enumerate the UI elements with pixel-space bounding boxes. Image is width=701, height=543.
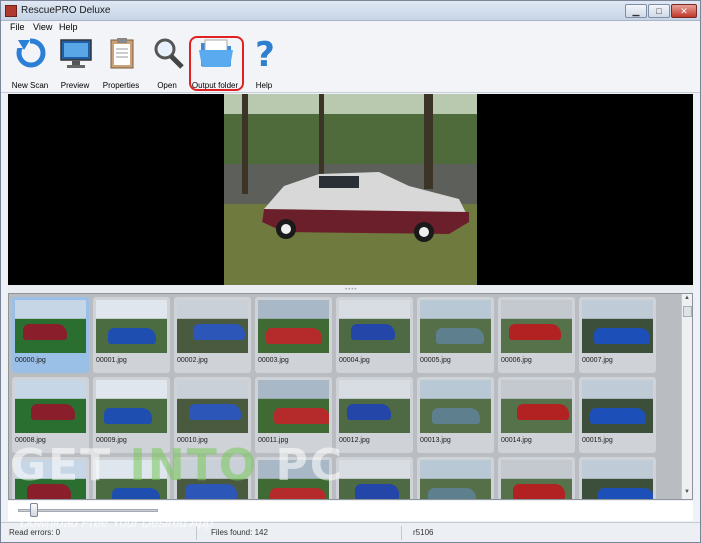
watermark-get: GET	[10, 440, 113, 491]
thumbnail-item[interactable]: 00015.jpg	[579, 377, 656, 453]
thumbnail-image	[96, 300, 167, 353]
thumbnail-image	[15, 380, 86, 433]
thumbnail-image	[501, 460, 572, 499]
thumbnail-item[interactable]: 00006.jpg	[498, 297, 575, 373]
thumbnail-car-shape	[598, 488, 653, 499]
thumbnail-item[interactable]	[498, 457, 575, 499]
thumbnail-car-shape	[428, 488, 476, 499]
thumbnail-car-shape	[351, 324, 395, 340]
close-button[interactable]: ✕	[671, 4, 697, 18]
monitor-icon	[60, 39, 92, 68]
thumbnail-image	[258, 380, 329, 433]
menu-file[interactable]: File	[10, 22, 25, 32]
app-icon	[5, 5, 17, 17]
status-divider	[401, 526, 402, 540]
watermark-pc: PC	[275, 440, 345, 491]
menu-view[interactable]: View	[33, 22, 52, 32]
thumbnail-filename: 00004.jpg	[339, 357, 370, 364]
thumbnail-filename: 00001.jpg	[96, 357, 127, 364]
thumbnail-image	[177, 300, 248, 353]
thumbnail-image	[582, 300, 653, 353]
thumbnail-filename: 00006.jpg	[501, 357, 532, 364]
thumbnail-item[interactable]: 00014.jpg	[498, 377, 575, 453]
refresh-icon	[16, 38, 46, 68]
toolbar: New Scan Preview Properties Open Output …	[1, 34, 700, 93]
magnifier-icon	[154, 38, 184, 69]
thumbnail-filename: 00002.jpg	[177, 357, 208, 364]
thumbnail-image	[501, 300, 572, 353]
thumbnail-filename: 00007.jpg	[582, 357, 613, 364]
thumbnail-image	[420, 460, 491, 499]
thumbnail-car-shape	[31, 404, 75, 420]
thumbnail-image	[582, 460, 653, 499]
thumbnail-image	[420, 300, 491, 353]
thumbnail-car-shape	[274, 408, 329, 424]
thumbnail-item[interactable]: 00002.jpg	[174, 297, 251, 373]
thumbnail-filename: 00003.jpg	[258, 357, 289, 364]
maximize-button[interactable]: □	[648, 4, 670, 18]
watermark-into: INTO	[129, 440, 259, 491]
thumbnail-filename: 00014.jpg	[501, 437, 532, 444]
output-folder-highlight	[189, 36, 244, 91]
thumbnail-image	[177, 380, 248, 433]
open-button[interactable]: Open	[143, 34, 191, 92]
thumbnail-image	[582, 380, 653, 433]
thumbnail-car-shape	[513, 484, 565, 499]
scroll-up-icon[interactable]: ▲	[684, 295, 690, 301]
thumbnail-car-shape	[189, 404, 241, 420]
question-icon: ?	[255, 36, 275, 70]
thumbnail-image	[339, 380, 410, 433]
preview-pane	[8, 94, 693, 285]
thumbnail-item[interactable]: 00007.jpg	[579, 297, 656, 373]
gallery-scrollbar[interactable]: ▲ ▼	[681, 294, 692, 499]
thumbnail-item[interactable]	[417, 457, 494, 499]
thumbnail-image	[15, 300, 86, 353]
thumbnail-item[interactable]	[579, 457, 656, 499]
thumbnail-filename: 00015.jpg	[582, 437, 613, 444]
thumbnail-car-shape	[594, 328, 650, 344]
thumbnail-car-shape	[266, 328, 322, 344]
clipboard-icon	[110, 38, 134, 69]
thumbnail-filename: 00013.jpg	[420, 437, 451, 444]
pane-splitter[interactable]: ••••	[8, 285, 693, 293]
thumbnail-car-shape	[509, 324, 561, 340]
thumbnail-car-shape	[517, 404, 569, 420]
scroll-thumb[interactable]	[683, 306, 692, 317]
thumbnail-car-shape	[193, 324, 245, 340]
window-title: RescuePRO Deluxe	[21, 5, 111, 16]
thumbnail-filename: 00005.jpg	[420, 357, 451, 364]
zoom-slider-track[interactable]	[18, 509, 158, 512]
watermark-logo: GET INTO PC	[10, 440, 420, 494]
thumbnail-car-shape	[108, 328, 156, 344]
thumbnail-image	[96, 380, 167, 433]
minimize-button[interactable]: ▁	[625, 4, 647, 18]
thumbnail-item[interactable]: 00005.jpg	[417, 297, 494, 373]
title-bar[interactable]: RescuePRO Deluxe ▁ □ ✕	[1, 1, 700, 21]
menu-help[interactable]: Help	[59, 22, 78, 32]
thumbnail-item[interactable]: 00003.jpg	[255, 297, 332, 373]
thumbnail-car-shape	[436, 328, 484, 344]
help-button[interactable]: ? Help	[240, 34, 288, 92]
thumbnail-image	[258, 300, 329, 353]
thumbnail-car-shape	[23, 324, 67, 340]
thumbnail-car-shape	[432, 408, 480, 424]
thumbnail-item[interactable]: 00013.jpg	[417, 377, 494, 453]
files-found-status: Files found: 142	[211, 528, 268, 537]
thumbnail-car-shape	[347, 404, 391, 420]
scroll-down-icon[interactable]: ▼	[684, 489, 690, 495]
thumbnail-item[interactable]: 00004.jpg	[336, 297, 413, 373]
thumbnail-image	[420, 380, 491, 433]
thumbnail-image	[501, 380, 572, 433]
preview-photo	[224, 94, 477, 285]
watermark-tagline: Download Free Your Desired App	[20, 515, 213, 530]
thumbnail-item[interactable]: 00000.jpg	[12, 297, 89, 373]
version-status: r5106	[413, 528, 434, 537]
thumbnail-image	[339, 300, 410, 353]
thumbnail-car-shape	[104, 408, 152, 424]
thumbnail-car-shape	[590, 408, 646, 424]
menu-bar: File View Help	[1, 21, 700, 34]
svg-text:?: ?	[255, 36, 275, 70]
thumbnail-filename: 00000.jpg	[15, 357, 46, 364]
thumbnail-item[interactable]: 00001.jpg	[93, 297, 170, 373]
